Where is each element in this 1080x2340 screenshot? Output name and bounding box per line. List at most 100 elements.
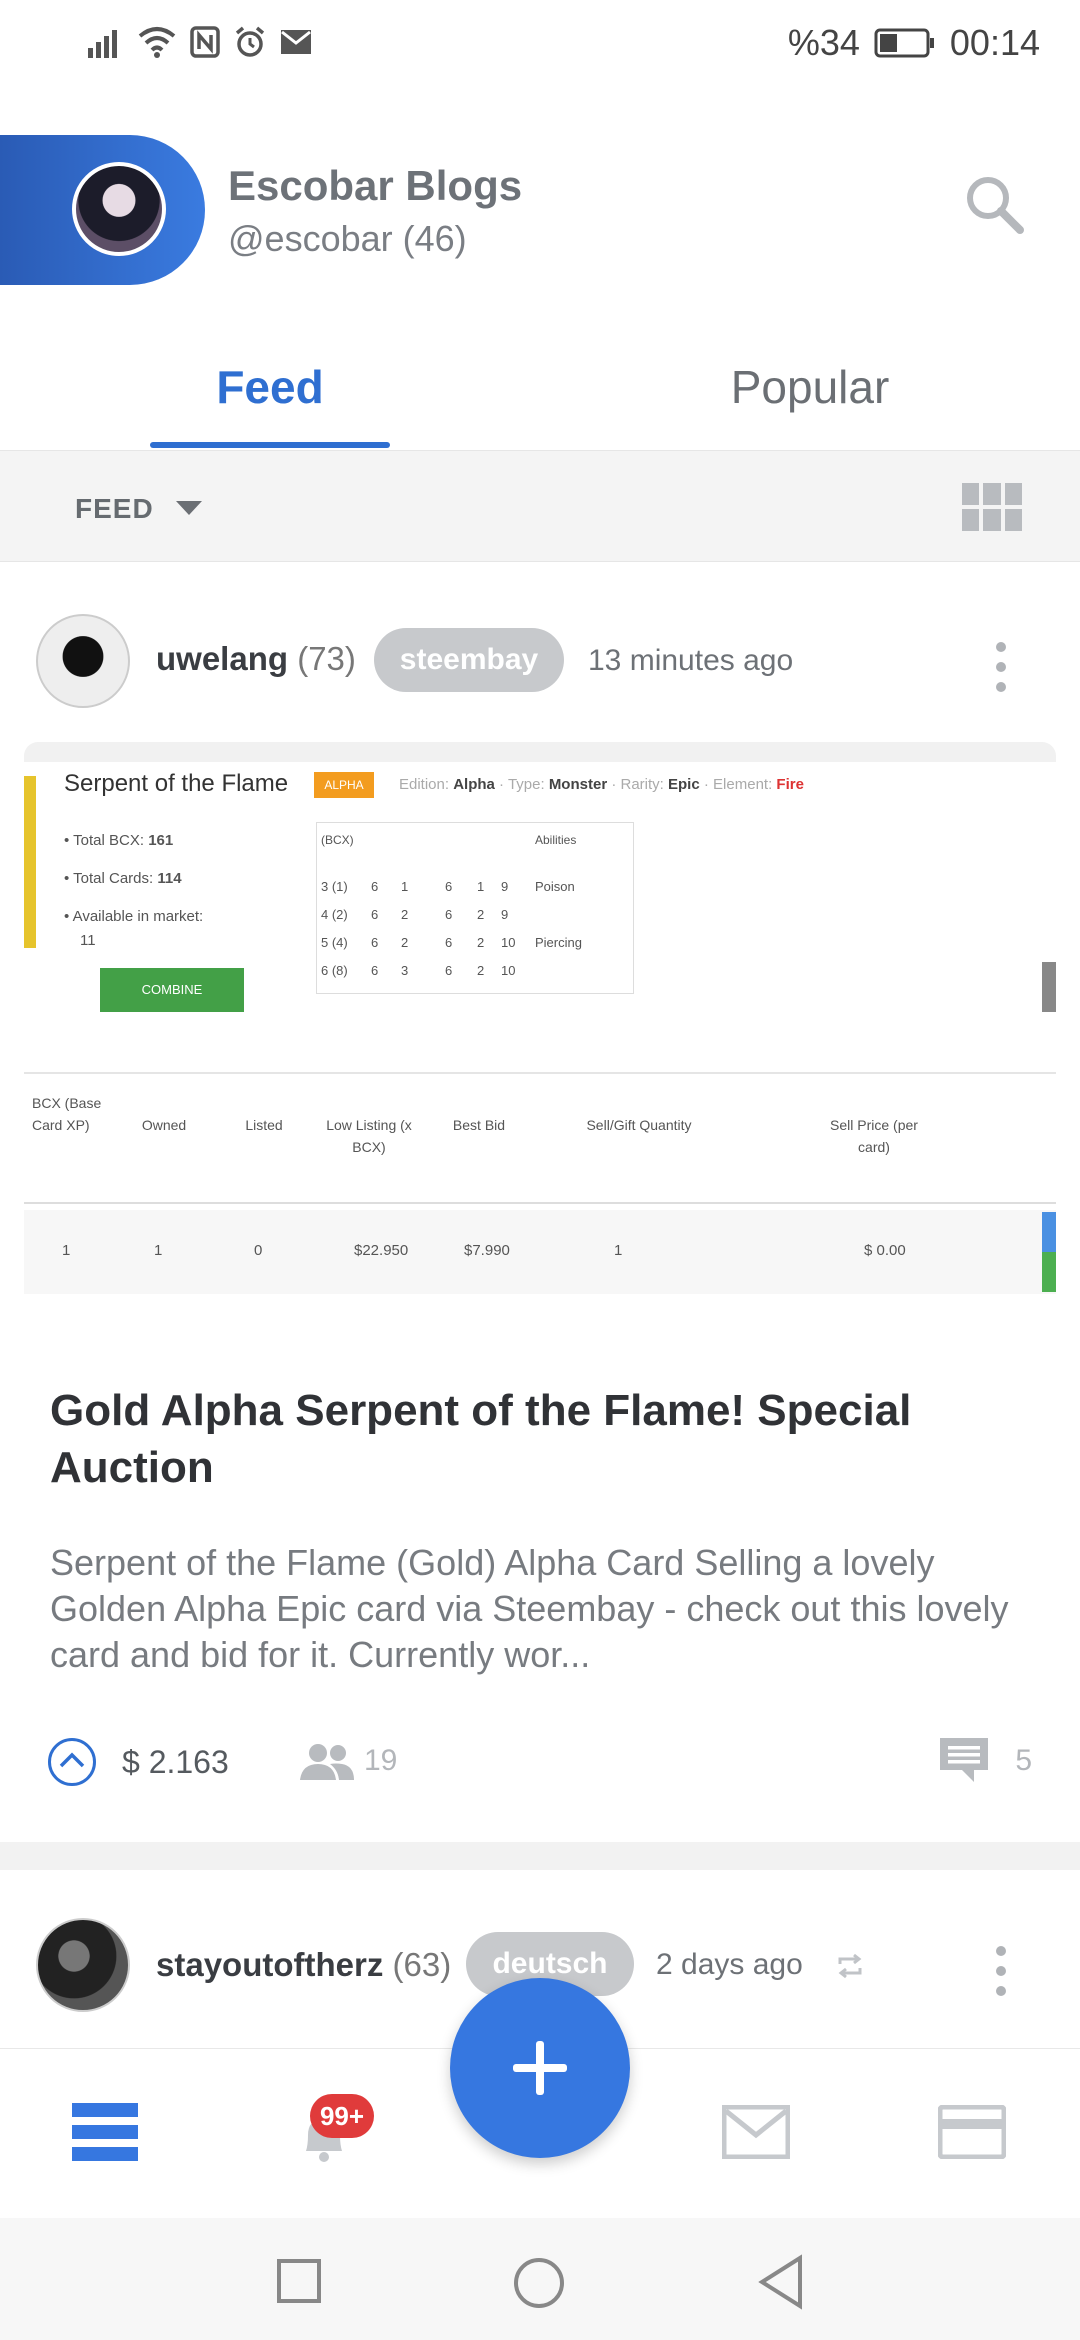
image-meta-edition-label: Edition: — [399, 776, 450, 793]
tab-popular[interactable]: Popular — [540, 360, 1080, 414]
market-row-cell: $7.990 — [464, 1242, 510, 1259]
plus-icon-vertical — [536, 2041, 544, 2095]
stats-header-cell: (BCX) — [321, 833, 354, 847]
post-actions: $ 2.163 19 5 — [0, 1730, 1080, 1800]
feed-filter-bar: FEED — [0, 450, 1080, 562]
stats-cell: 2 — [401, 935, 409, 950]
market-header-cell: Owned — [141, 1117, 187, 1133]
stats-cell: 5 (4) — [321, 935, 348, 950]
stats-cell: 4 (2) — [321, 907, 348, 922]
battery-percent: %34 — [787, 22, 860, 63]
market-row-cell: 0 — [254, 1242, 263, 1259]
image-market-headers: BCX (Base Card XP) Owned Listed Low Listing… — [24, 1092, 1056, 1202]
search-icon[interactable] — [960, 170, 1030, 240]
market-row-cell: 1 — [154, 1242, 163, 1259]
image-market-value: 11 — [80, 932, 96, 949]
post-author-row: uwelang (73) steembay 13 minutes ago — [0, 610, 1080, 720]
stats-cell: 6 — [371, 879, 379, 894]
stats-cell: 1 — [401, 879, 409, 894]
author-avatar[interactable] — [36, 614, 130, 708]
back-icon[interactable] — [756, 2254, 806, 2310]
create-post-button[interactable] — [450, 1978, 630, 2158]
image-market-label: • Available in market: — [64, 908, 204, 925]
upvote-button[interactable] — [48, 1738, 96, 1786]
market-header-cell: Sell Price (per card) — [830, 1117, 918, 1155]
profile-name: Escobar Blogs — [228, 162, 523, 209]
stats-cell: 6 — [445, 907, 453, 922]
image-meta-edition: Alpha — [453, 776, 495, 793]
wifi-icon — [138, 27, 176, 58]
feed-nav-icon[interactable] — [72, 2103, 138, 2161]
image-market-row: 1 1 0 $22.950 $7.990 1 $ 0.00 — [24, 1210, 1056, 1294]
tab-bar: Feed Popular — [0, 340, 1080, 450]
post-time: 2 days ago — [656, 1948, 803, 1981]
home-icon[interactable] — [512, 2256, 566, 2310]
stats-cell: 6 — [445, 879, 453, 894]
image-meta-type: Monster — [548, 776, 608, 793]
author-reputation: (63) — [392, 1946, 452, 1983]
author-avatar[interactable] — [36, 1918, 130, 2012]
post-excerpt[interactable]: Serpent of the Flame (Gold) Alpha Card S… — [50, 1540, 1040, 1678]
comment-icon[interactable] — [938, 1736, 990, 1784]
stats-header-cell: Abilities — [535, 833, 577, 847]
market-row-cell: 1 — [62, 1242, 71, 1259]
market-row-cell: $ 0.00 — [864, 1242, 906, 1259]
more-options-icon[interactable] — [994, 642, 1008, 692]
stats-cell: 10 — [501, 935, 516, 950]
notification-badge: 99+ — [310, 2094, 374, 2138]
recents-icon[interactable] — [276, 2258, 322, 2304]
grid-view-icon[interactable] — [962, 483, 1022, 531]
signal-icon — [88, 30, 117, 58]
market-header-cell: Sell/Gift Quantity — [586, 1117, 692, 1133]
voters-icon[interactable] — [298, 1742, 356, 1782]
image-card-title: Serpent of the Flame — [64, 770, 289, 797]
tab-feed[interactable]: Feed — [0, 360, 540, 414]
voters-count[interactable]: 19 — [364, 1744, 397, 1778]
post-time: 13 minutes ago — [588, 644, 794, 677]
image-total-cards: • Total Cards: 114 — [64, 870, 182, 887]
author-username[interactable]: stayoutoftherz — [156, 1946, 383, 1983]
post-title[interactable]: Gold Alpha Serpent of the Flame! Special… — [50, 1382, 1030, 1496]
post-image[interactable]: Serpent of the Flame ALPHA Edition: Alph… — [24, 742, 1056, 1342]
stats-cell: 9 — [501, 879, 509, 894]
stats-cell: 2 — [477, 963, 485, 978]
messages-icon[interactable] — [722, 2105, 790, 2159]
clock: 00:14 — [949, 22, 1040, 63]
mail-icon — [281, 30, 311, 54]
author-name[interactable]: stayoutoftherz (63) — [156, 1946, 451, 1984]
stats-cell: 6 — [445, 963, 453, 978]
stats-cell: 2 — [477, 935, 485, 950]
chevron-down-icon[interactable] — [176, 501, 202, 515]
battery-icon — [874, 28, 934, 58]
stats-cell: 2 — [401, 907, 409, 922]
system-nav-bar — [0, 2218, 1080, 2340]
author-reputation: (73) — [297, 640, 356, 677]
profile-avatar[interactable] — [72, 162, 166, 256]
author-name[interactable]: uwelang (73) — [156, 640, 356, 678]
comment-count[interactable]: 5 — [1015, 1744, 1032, 1778]
payout-value[interactable]: $ 2.163 — [122, 1744, 229, 1781]
stats-cell: 6 — [371, 963, 379, 978]
stats-cell: Poison — [535, 879, 575, 894]
feed-filter-dropdown[interactable]: FEED — [75, 493, 154, 525]
image-meta-rarity-label: Rarity: — [620, 776, 664, 793]
tag-pill[interactable]: steembay — [374, 628, 564, 692]
tab-indicator — [150, 442, 390, 448]
market-header-cell: Best Bid — [452, 1117, 506, 1133]
market-row-cell: 1 — [614, 1242, 623, 1259]
image-meta-element-label: Element: — [713, 776, 773, 793]
stats-cell: 2 — [477, 907, 485, 922]
stats-cell: 6 — [371, 907, 379, 922]
reblog-icon[interactable] — [834, 1950, 866, 1982]
stats-cell: 6 — [371, 935, 379, 950]
author-username[interactable]: uwelang — [156, 640, 288, 677]
post-separator — [0, 1842, 1080, 1870]
image-alpha-badge: ALPHA — [314, 772, 374, 798]
wallet-icon[interactable] — [938, 2105, 1006, 2159]
market-header-cell: Low Listing (x BCX) — [326, 1117, 412, 1155]
stats-cell: 1 — [477, 879, 485, 894]
market-header-cell: Listed — [245, 1117, 283, 1133]
stats-cell: 6 — [445, 935, 453, 950]
profile-handle: @escobar (46) — [228, 218, 467, 259]
more-options-icon[interactable] — [994, 1946, 1008, 1996]
